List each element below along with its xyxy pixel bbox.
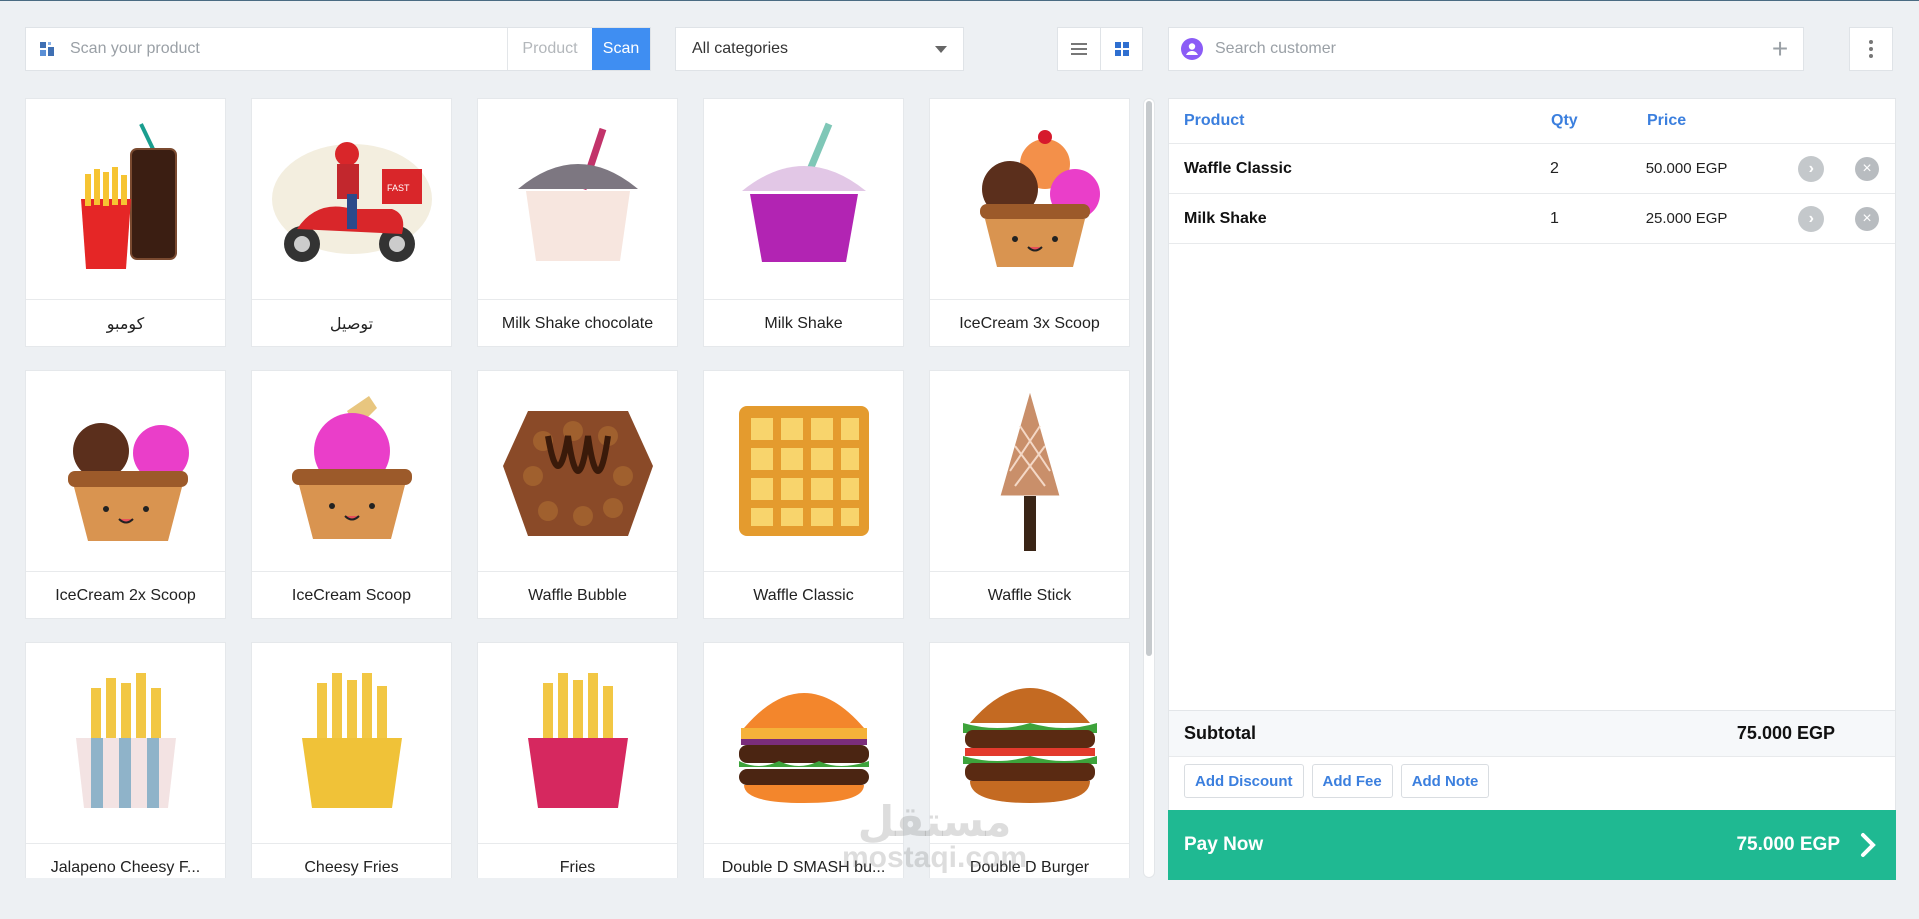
scrollbar-thumb[interactable] bbox=[1146, 101, 1152, 656]
product-card[interactable]: كومبو bbox=[25, 98, 226, 347]
fries-yellow-icon bbox=[252, 643, 451, 844]
add-discount-button[interactable]: Add Discount bbox=[1184, 764, 1304, 798]
barcode-logo-icon bbox=[26, 28, 68, 70]
svg-text:FAST: FAST bbox=[387, 183, 410, 193]
icecream-2-scoop-icon bbox=[26, 371, 225, 572]
product-card[interactable]: Jalapeno Cheesy F... bbox=[25, 642, 226, 878]
subtotal-label: Subtotal bbox=[1184, 723, 1256, 743]
customer-search-input[interactable] bbox=[1215, 40, 1757, 58]
milkshake-purple-icon bbox=[704, 99, 903, 300]
list-icon bbox=[1071, 43, 1087, 55]
watermark-line1: مستقل bbox=[857, 798, 1012, 845]
scan-button[interactable]: Scan bbox=[592, 28, 650, 70]
icecream-3-scoop-icon bbox=[930, 99, 1129, 300]
expand-item-icon[interactable]: › bbox=[1798, 205, 1825, 232]
user-icon bbox=[1169, 38, 1215, 60]
product-card[interactable]: IceCream 3x Scoop bbox=[929, 98, 1130, 347]
view-toggle bbox=[1057, 27, 1143, 71]
scan-product-input[interactable] bbox=[68, 28, 507, 70]
product-card-name: توصيل bbox=[329, 315, 374, 333]
cart-item-price: 50.000 EGP bbox=[1645, 160, 1728, 177]
product-card[interactable]: Cheesy Fries bbox=[251, 642, 452, 878]
product-card-name: Milk Shake chocolate bbox=[501, 314, 654, 332]
cart-row[interactable]: Waffle Classic 2 50.000 EGP › × bbox=[1169, 144, 1895, 194]
product-mode-label[interactable]: Product bbox=[507, 28, 592, 70]
product-card[interactable]: Milk Shake bbox=[703, 98, 904, 347]
product-card-name: Cheesy Fries bbox=[304, 858, 399, 876]
product-card-name: Fries bbox=[559, 858, 596, 876]
product-card-name: Waffle Classic bbox=[753, 586, 854, 604]
product-card[interactable]: IceCream Scoop bbox=[251, 370, 452, 619]
watermark-line2: mostaqi.com bbox=[842, 841, 1028, 874]
cart-header-price: Price bbox=[1647, 112, 1687, 129]
product-card[interactable]: Waffle Stick bbox=[929, 370, 1130, 619]
cart-row[interactable]: Milk Shake 1 25.000 EGP › × bbox=[1169, 194, 1895, 244]
combo-icon bbox=[26, 99, 225, 300]
fries-pink-icon bbox=[478, 643, 677, 844]
cart-item-qty: 2 bbox=[1549, 159, 1559, 177]
product-card[interactable]: Waffle Classic bbox=[703, 370, 904, 619]
product-card[interactable]: Waffle Bubble bbox=[477, 370, 678, 619]
pay-now-button[interactable]: Pay Now 75.000 EGP bbox=[1168, 810, 1896, 880]
grid-view-button[interactable] bbox=[1100, 28, 1142, 70]
scan-product-box: Product Scan bbox=[25, 27, 651, 71]
cart-header-product: Product bbox=[1184, 112, 1245, 129]
icecream-scoop-icon bbox=[252, 371, 451, 572]
product-card[interactable]: Milk Shake chocolate bbox=[477, 98, 678, 347]
product-card[interactable]: Fries bbox=[477, 642, 678, 878]
waffle-bubble-icon bbox=[478, 371, 677, 572]
pay-now-label: Pay Now bbox=[1184, 834, 1264, 855]
product-card-name: Milk Shake bbox=[764, 314, 843, 332]
customer-search-box: + bbox=[1168, 27, 1804, 71]
product-card-name: IceCream Scoop bbox=[291, 586, 412, 604]
cart-header: Product Qty Price bbox=[1169, 99, 1895, 144]
milkshake-cup-icon bbox=[478, 99, 677, 300]
cart-item-name: Waffle Classic bbox=[1184, 159, 1292, 177]
product-card-name: IceCream 3x Scoop bbox=[959, 314, 1100, 332]
grid-icon bbox=[1114, 42, 1129, 56]
cart-item-price: 25.000 EGP bbox=[1645, 210, 1728, 227]
waffle-stick-icon bbox=[930, 371, 1129, 572]
subtotal-row: Subtotal 75.000 EGP bbox=[1169, 710, 1895, 757]
pay-now-total: 75.000 EGP bbox=[1736, 834, 1840, 855]
watermark: مستقل mostaqi.com bbox=[842, 801, 1027, 873]
product-grid-scrollbar[interactable] bbox=[1143, 98, 1155, 878]
chevron-down-icon bbox=[935, 45, 947, 53]
product-card-name: Jalapeno Cheesy F... bbox=[50, 858, 201, 876]
category-select[interactable]: All categories bbox=[675, 27, 964, 71]
cart-header-qty: Qty bbox=[1551, 112, 1578, 129]
subtotal-value: 75.000 EGP bbox=[1736, 723, 1835, 743]
product-card-name: IceCream 2x Scoop bbox=[55, 586, 196, 604]
product-card-name: Waffle Bubble bbox=[528, 586, 627, 604]
waffle-classic-icon bbox=[704, 371, 903, 572]
list-view-button[interactable] bbox=[1058, 28, 1100, 70]
delivery-scooter-icon: FAST bbox=[252, 99, 451, 300]
product-card-name: Waffle Stick bbox=[987, 586, 1072, 604]
cart-item-qty: 1 bbox=[1549, 209, 1559, 227]
remove-item-icon[interactable]: × bbox=[1855, 156, 1880, 181]
remove-item-icon[interactable]: × bbox=[1855, 206, 1880, 231]
cart-actions: Add Discount Add Fee Add Note bbox=[1169, 764, 1490, 798]
fries-striped-icon bbox=[26, 643, 225, 844]
chevron-right-icon bbox=[1861, 833, 1876, 857]
cart-panel: Product Qty Price Waffle Classic 2 50.00… bbox=[1168, 98, 1896, 880]
add-fee-button[interactable]: Add Fee bbox=[1311, 764, 1393, 798]
product-card[interactable]: FAST توصيل bbox=[251, 98, 452, 347]
category-select-value: All categories bbox=[692, 40, 789, 57]
expand-item-icon[interactable]: › bbox=[1798, 155, 1825, 182]
product-grid: كومبو FAST توصيل Milk Shake chocolate Milk S… bbox=[25, 98, 1135, 878]
more-menu-icon[interactable] bbox=[1849, 27, 1893, 71]
product-card-name: كومبو bbox=[106, 315, 145, 333]
product-card[interactable]: IceCream 2x Scoop bbox=[25, 370, 226, 619]
add-note-button[interactable]: Add Note bbox=[1400, 764, 1490, 798]
cart-item-name: Milk Shake bbox=[1184, 209, 1267, 227]
add-customer-icon[interactable]: + bbox=[1757, 33, 1803, 65]
